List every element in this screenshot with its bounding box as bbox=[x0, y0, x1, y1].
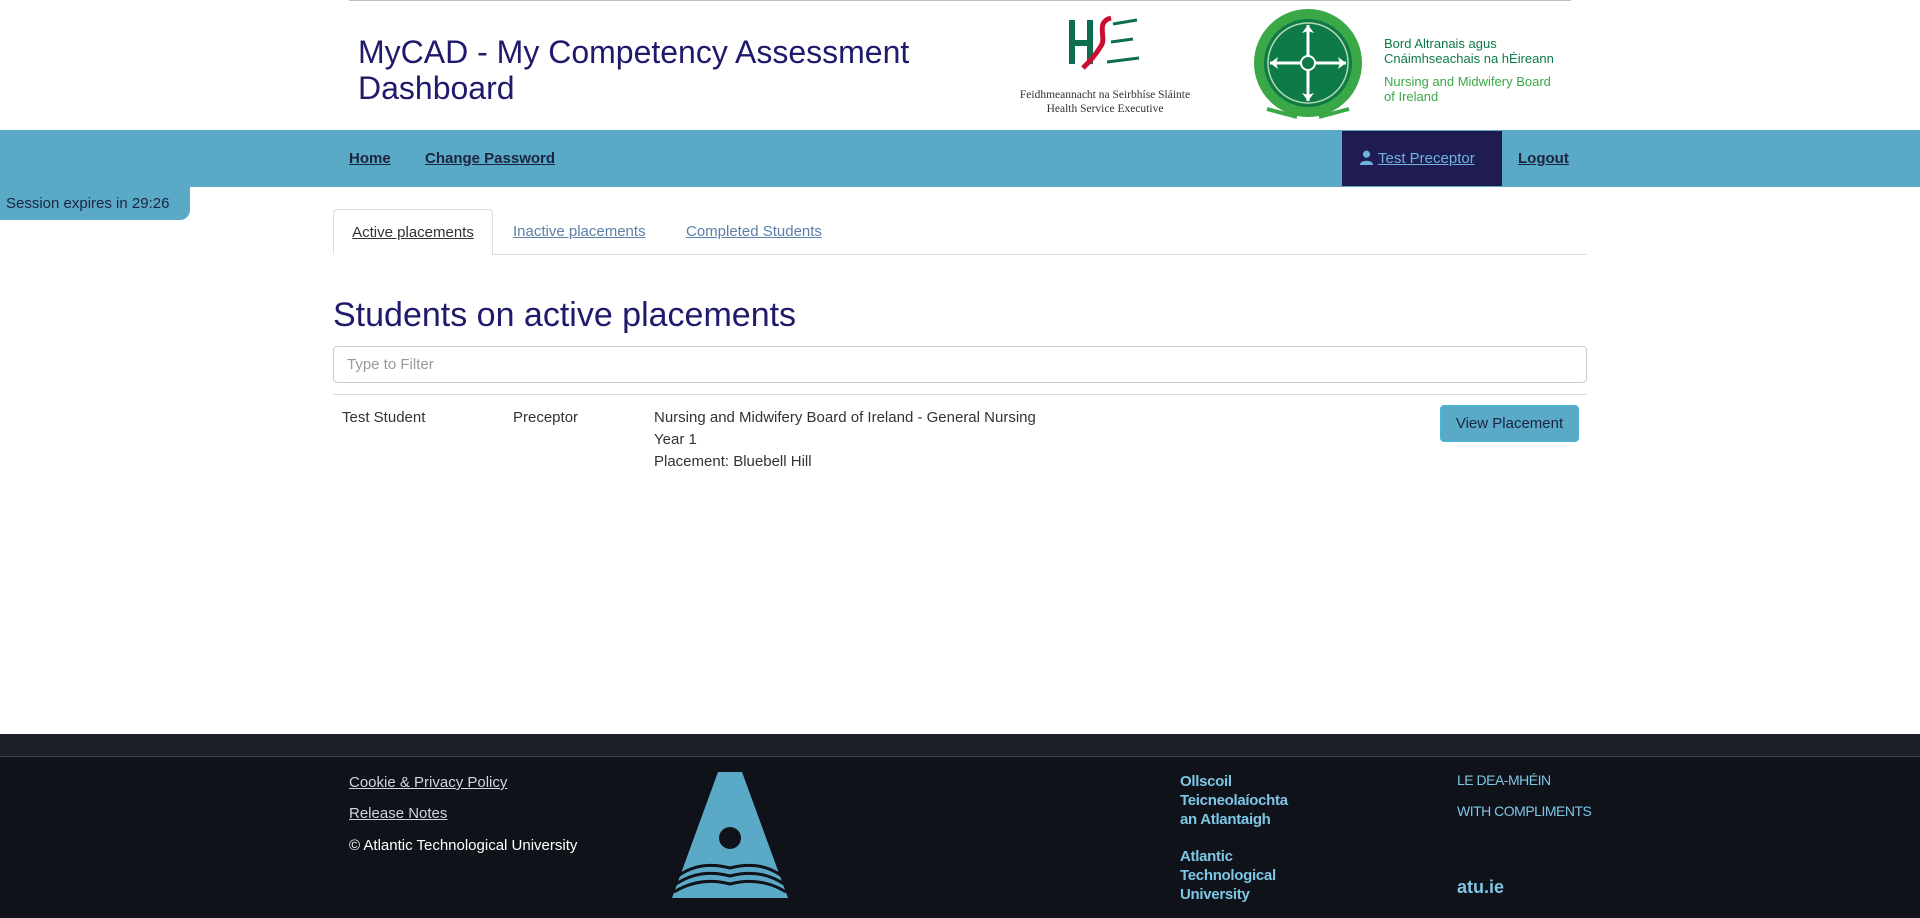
filter-input[interactable] bbox=[333, 346, 1587, 383]
footer: Cookie & Privacy Policy Release Notes © … bbox=[0, 757, 1920, 918]
view-placement-button[interactable]: View Placement bbox=[1440, 405, 1579, 442]
nav-home-link[interactable]: Home bbox=[349, 150, 391, 167]
atu-url: atu.ie bbox=[1457, 877, 1505, 897]
programme-year: Year 1 bbox=[654, 431, 697, 448]
compliments-english: WITH COMPLIMENTS bbox=[1457, 803, 1592, 819]
nmbi-irish-line2: Cnáimhseachais na hÉireann bbox=[1384, 51, 1554, 66]
tab-completed-students[interactable]: Completed Students bbox=[686, 209, 822, 255]
nav-user-menu[interactable]: Test Preceptor bbox=[1342, 131, 1502, 186]
atu-irish-line2: Teicneolaíochta bbox=[1180, 792, 1288, 809]
header-divider bbox=[349, 0, 1571, 1]
hse-caption-irish: Feidhmeannacht na Seirbhíse Sláinte bbox=[1019, 89, 1191, 101]
atu-irish-line3: an Atlantaigh bbox=[1180, 811, 1271, 828]
compliments-irish: LE DEA-MHÉIN bbox=[1457, 772, 1551, 788]
section-heading: Students on active placements bbox=[333, 296, 797, 334]
placements-table: Test Student Preceptor Nursing and Midwi… bbox=[333, 394, 1587, 471]
nav-change-password-link[interactable]: Change Password bbox=[425, 150, 555, 167]
student-role: Preceptor bbox=[513, 409, 579, 426]
atu-irish-line1: Ollscoil bbox=[1180, 773, 1232, 790]
footer-band bbox=[0, 734, 1920, 756]
atu-english-line3: University bbox=[1180, 886, 1250, 903]
atu-english-line2: Technological bbox=[1180, 867, 1276, 884]
table-row: Test Student Preceptor Nursing and Midwi… bbox=[333, 395, 1587, 471]
release-notes-link[interactable]: Release Notes bbox=[349, 805, 447, 822]
nmbi-english-line2: of Ireland bbox=[1384, 89, 1439, 104]
placement-location: Placement: Bluebell Hill bbox=[654, 453, 812, 470]
student-name: Test Student bbox=[342, 409, 426, 426]
header: MyCAD - My Competency Assessment Dashboa… bbox=[0, 0, 1920, 130]
navbar: Home Change Password Test Preceptor Logo… bbox=[0, 130, 1920, 187]
hse-mark-icon bbox=[1069, 15, 1140, 70]
session-timer: Session expires in 29:26 bbox=[0, 187, 190, 220]
nmbi-english-line1: Nursing and Midwifery Board bbox=[1384, 74, 1551, 89]
nmbi-irish-line1: Bord Altranais agus bbox=[1384, 36, 1497, 51]
hse-logo: Feidhmeannacht na Seirbhíse Sláinte Heal… bbox=[1015, 12, 1195, 120]
atu-english-line1: Atlantic bbox=[1180, 848, 1233, 865]
atu-irish-name: Ollscoil Teicneolaíochta an Atlantaigh bbox=[1180, 772, 1288, 829]
copyright-text: © Atlantic Technological University bbox=[349, 837, 578, 854]
programme-name: Nursing and Midwifery Board of Ireland -… bbox=[654, 409, 1036, 426]
nav-logout-link[interactable]: Logout bbox=[1518, 150, 1569, 167]
atu-logo-icon bbox=[672, 772, 788, 898]
placement-details: Nursing and Midwifery Board of Ireland -… bbox=[654, 407, 1036, 473]
nmbi-wreath-icon bbox=[1254, 9, 1362, 119]
user-icon bbox=[1359, 150, 1374, 165]
hse-caption: Feidhmeannacht na Seirbhíse Sláinte Heal… bbox=[1015, 88, 1195, 116]
hse-caption-english: Health Service Executive bbox=[1046, 103, 1164, 115]
app-title: MyCAD - My Competency Assessment Dashboa… bbox=[358, 34, 910, 106]
atu-english-name: Atlantic Technological University bbox=[1180, 847, 1276, 904]
nav-user-link[interactable]: Test Preceptor bbox=[1359, 150, 1475, 167]
nav-user-label: Test Preceptor bbox=[1378, 150, 1475, 167]
placement-tabs: Active placements Inactive placements Co… bbox=[333, 209, 1587, 255]
tab-inactive-placements[interactable]: Inactive placements bbox=[513, 209, 646, 255]
tab-active-placements[interactable]: Active placements bbox=[333, 209, 493, 255]
cookie-policy-link[interactable]: Cookie & Privacy Policy bbox=[349, 774, 507, 791]
nmbi-text: Bord Altranais agus Cnáimhseachais na hÉ… bbox=[1384, 36, 1584, 104]
